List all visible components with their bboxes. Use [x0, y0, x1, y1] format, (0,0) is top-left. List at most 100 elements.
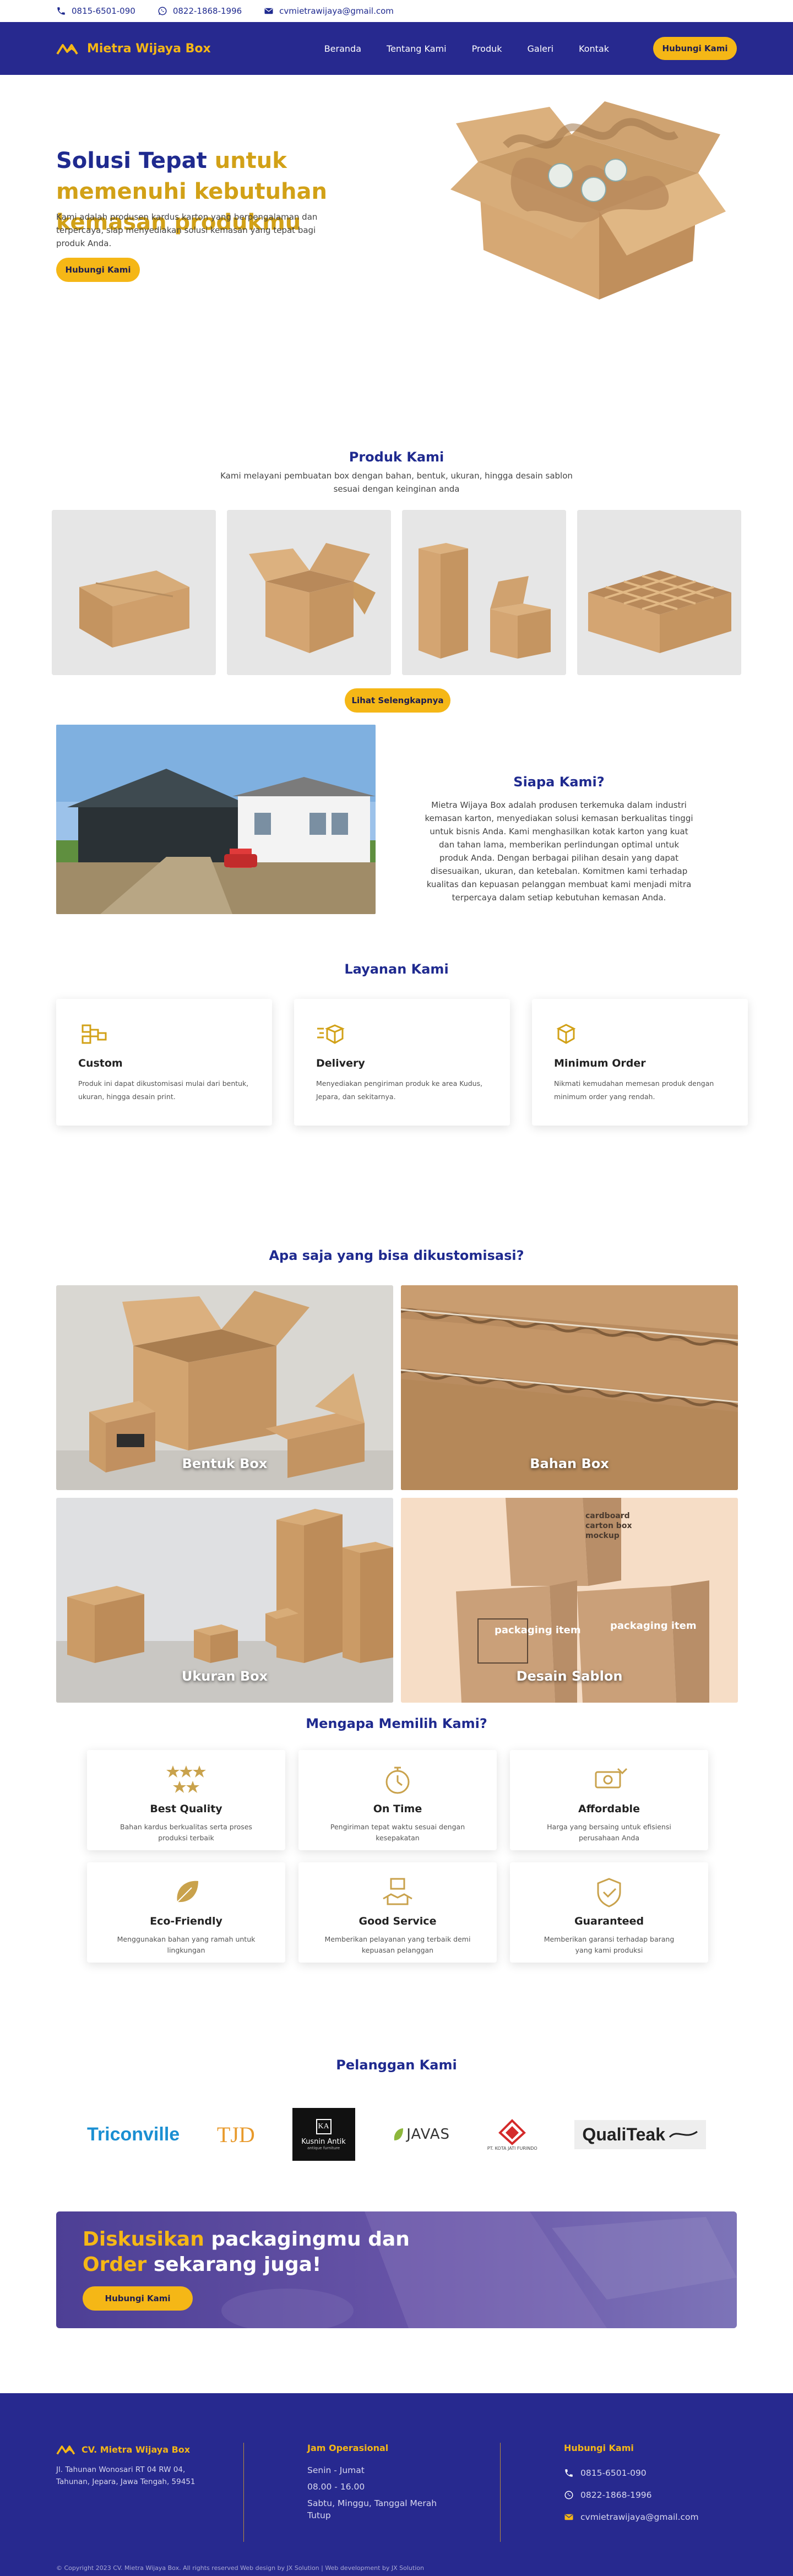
customize-card-shape[interactable]: Bentuk Box [56, 1285, 393, 1490]
why-item-title: Best Quality [150, 1803, 222, 1815]
cta-banner: Diskusikan packagingmu dan Order sekarang… [56, 2211, 737, 2328]
footer-divider [243, 2443, 244, 2542]
nav-item-beranda[interactable]: Beranda [324, 44, 361, 54]
why-grid: Best Quality Bahan kardus berkualitas se… [87, 1750, 708, 1963]
nav-links: Beranda Tentang Kami Produk Galeri Konta… [324, 44, 609, 54]
cta-accent-2: Order [83, 2253, 147, 2276]
services-section: Layanan Kami Custom Produk ini dapat dik… [0, 873, 793, 1204]
why-item-title: Good Service [359, 1915, 437, 1927]
why-item-title: Eco-Friendly [150, 1915, 222, 1927]
service-card-custom: Custom Produk ini dapat dikustomisasi mu… [56, 999, 272, 1126]
about-title: Siapa Kami? [513, 774, 605, 790]
mockup-packaging-text-2: packaging item [610, 1620, 697, 1632]
footer-company-column: CV. Mietra Wijaya Box Jl. Tahunan Wonosa… [56, 2443, 199, 2488]
whatsapp-icon [158, 7, 167, 15]
service-description: Produk ini dapat dikustomisasi mulai dar… [78, 1079, 249, 1101]
customize-card-size[interactable]: Ukuran Box [56, 1498, 393, 1703]
nav-contact-button[interactable]: Hubungi Kami [653, 37, 737, 60]
customize-label: Bentuk Box [182, 1456, 268, 1471]
topbar-email[interactable]: cvmietrawijaya@gmail.com [264, 6, 394, 16]
products-subtitle: Kami melayani pembuatan box dengan bahan… [220, 471, 573, 494]
service-card-minimum-order: Minimum Order Nikmati kemudahan memesan … [532, 999, 748, 1126]
kusnin-name: Kusnin Antik [301, 2137, 346, 2146]
about-section: Siapa Kami? Mietra Wijaya Box adalah pro… [0, 615, 793, 914]
mail-icon [264, 8, 273, 14]
footer-phone[interactable]: 0815-6501-090 [564, 2462, 729, 2484]
footer-hours-closed: Sabtu, Minggu, Tanggal Merah Tutup [307, 2498, 437, 2520]
hero-title-main: Solusi Tepat [56, 148, 207, 173]
products-title: Produk Kami [349, 449, 444, 465]
cta-contact-button[interactable]: Hubungi Kami [83, 2286, 193, 2311]
stopwatch-icon [385, 1767, 410, 1794]
why-item-description: Menggunakan bahan yang ramah untuk lingk… [117, 1935, 256, 1954]
nav-item-tentang-kami[interactable]: Tentang Kami [387, 44, 447, 54]
footer-hours-days: Senin - Jumat [307, 2465, 365, 2475]
cta-accent-1: Diskusikan [83, 2228, 204, 2251]
leaf-icon [177, 1881, 198, 1903]
service-card-delivery: Delivery Menyediakan pengiriman produk k… [294, 999, 510, 1126]
logo-mark-icon [56, 44, 78, 55]
why-card-best-quality: Best Quality Bahan kardus berkualitas se… [87, 1750, 285, 1850]
main-navbar: Mietra Wijaya Box Beranda Tentang Kami P… [0, 22, 793, 75]
service-title: Custom [78, 1057, 123, 1069]
topbar-phone[interactable]: 0815-6501-090 [56, 6, 135, 16]
why-card-good-service: Good Service Memberikan pelayanan yang t… [298, 1862, 497, 1963]
why-item-description: Memberikan pelayanan yang terbaik demi k… [324, 1935, 471, 1954]
nav-item-kontak[interactable]: Kontak [579, 44, 609, 54]
why-item-description: Bahan kardus berkualitas serta proses pr… [120, 1823, 252, 1842]
logo-triconville: Triconville [87, 2123, 180, 2145]
nav-item-produk[interactable]: Produk [472, 44, 502, 54]
customers-section: Pelanggan Kami Triconville TJD KA Kusnin… [0, 2057, 793, 2211]
footer-company-name: CV. Mietra Wijaya Box [82, 2444, 191, 2455]
why-card-on-time: On Time Pengiriman tepat waktu sesuai de… [298, 1750, 497, 1850]
footer-whatsapp[interactable]: 0822-1868-1996 [564, 2484, 729, 2506]
kusnin-subtitle: antique furniture [307, 2145, 340, 2150]
why-item-description: Memberikan garansi terhadap barang yang … [544, 1935, 675, 1954]
why-item-description: Harga yang bersaing untuk efisiensi peru… [547, 1823, 671, 1842]
customize-label: Bahan Box [530, 1456, 609, 1471]
logo-kusnin-antik: KA Kusnin Antik antique furniture [292, 2108, 355, 2161]
services-title: Layanan Kami [344, 961, 449, 977]
footer-phone-text: 0815-6501-090 [580, 2468, 647, 2478]
logo-javas: JAVAS [392, 2126, 450, 2143]
why-section: Mengapa Memilih Kami? Best Quality Bahan… [0, 1683, 793, 2057]
why-title: Mengapa Memilih Kami? [306, 1716, 487, 1731]
logo-mark-icon [56, 2445, 75, 2455]
nav-item-galeri[interactable]: Galeri [528, 44, 554, 54]
footer-email[interactable]: cvmietrawijaya@gmail.com [564, 2506, 729, 2528]
kota-jati-text: PT. KOTA JATI FURINDO [487, 2145, 537, 2151]
products-section: Produk Kami Kami melayani pembuatan box … [0, 339, 793, 713]
customers-title: Pelanggan Kami [336, 2057, 457, 2073]
hero-description: Kami adalah produsen kardus karton yang … [56, 212, 318, 248]
mail-icon [564, 2514, 573, 2520]
footer-hours-column: Jam Operasional Senin - Jumat 08.00 - 16… [307, 2443, 450, 2521]
customize-card-material[interactable]: Bahan Box [401, 1285, 738, 1490]
qualiteak-text: QualiTeak [582, 2124, 665, 2144]
mockup-cardboard-text: cardboard carton box mockup [585, 1512, 632, 1540]
customer-logos: Triconville TJD KA Kusnin Antik antique … [87, 2107, 706, 2162]
footer-logo[interactable]: CV. Mietra Wijaya Box [56, 2443, 199, 2456]
service-title: Minimum Order [554, 1057, 646, 1069]
delivery-icon [317, 1024, 345, 1044]
logo-qualiteak: QualiTeak [574, 2120, 706, 2149]
brand-logo[interactable]: Mietra Wijaya Box [56, 41, 211, 56]
phone-icon [57, 7, 65, 15]
topbar-email-text: cvmietrawijaya@gmail.com [279, 6, 394, 16]
service-title: Delivery [316, 1057, 365, 1069]
topbar-phone-text: 0815-6501-090 [72, 6, 135, 16]
hero-contact-button[interactable]: Hubungi Kami [56, 258, 140, 282]
footer-hours-title: Jam Operasional [307, 2443, 389, 2453]
why-item-title: Affordable [578, 1803, 640, 1815]
topbar-whatsapp[interactable]: 0822-1868-1996 [157, 6, 242, 16]
service-description: Menyediakan pengiriman produk ke area Ku… [316, 1079, 483, 1101]
why-item-title: Guaranteed [574, 1915, 644, 1927]
money-icon [595, 1768, 628, 1789]
cta-text-2: sekarang juga! [146, 2253, 322, 2276]
kusnin-emblem-icon: KA [316, 2118, 332, 2134]
customize-card-print[interactable]: cardboard carton box mockup packaging it… [401, 1498, 738, 1703]
customize-grid: Bentuk Box Bahan Box Ukuran Box cardboar… [56, 1285, 738, 1703]
footer-contact-column: Hubungi Kami 0815-6501-090 0822-1868-199… [564, 2443, 729, 2528]
footer-divider [500, 2443, 501, 2542]
hero-section: Solusi Tepat untuk memenuhi kebutuhan ke… [0, 75, 793, 339]
footer-whatsapp-text: 0822-1868-1996 [580, 2490, 652, 2500]
